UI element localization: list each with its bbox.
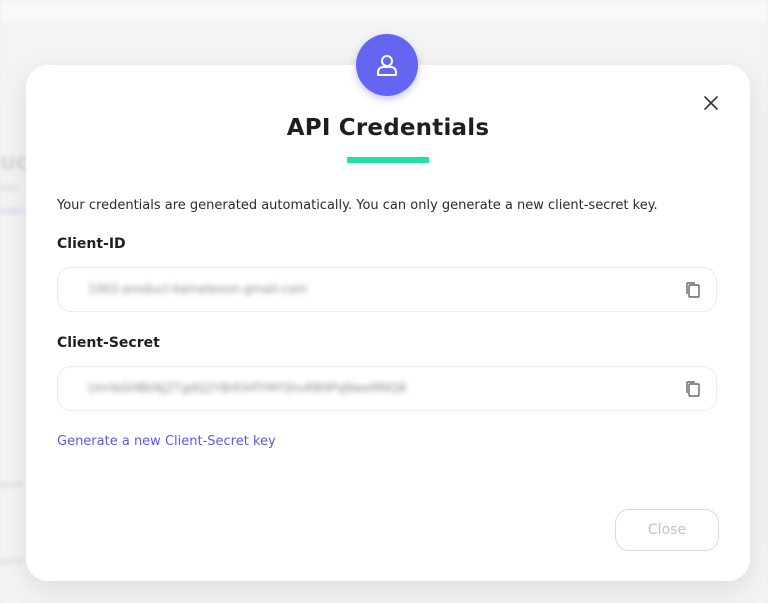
client-id-label: Client-ID xyxy=(57,236,126,252)
close-icon xyxy=(704,96,718,110)
api-credentials-modal: API Credentials Your credentials are gen… xyxy=(26,65,750,581)
client-id-field: 1002-product-kameleoon-gmail-com xyxy=(57,267,717,312)
background-link-fragment: eden xyxy=(0,206,25,217)
client-id-value: 1002-product-kameleoon-gmail-com xyxy=(88,282,308,296)
client-secret-field: UmYaSHBkNjZTgdQ2YBrEIHfYMYShvRB9PqNweM9Q… xyxy=(57,366,717,411)
close-modal-button[interactable] xyxy=(699,91,723,115)
background-text-fragment: gura xyxy=(0,556,23,567)
avatar-badge xyxy=(356,34,418,96)
background-text-fragment: elec xyxy=(0,183,21,194)
close-button[interactable]: Close xyxy=(615,509,719,551)
user-icon xyxy=(377,55,397,76)
copy-icon[interactable] xyxy=(684,281,702,299)
client-secret-label: Client-Secret xyxy=(57,335,160,351)
modal-title: API Credentials xyxy=(286,115,490,141)
background-top-bar xyxy=(0,0,768,22)
title-underline xyxy=(347,157,429,163)
copy-icon[interactable] xyxy=(684,380,702,398)
generate-client-secret-link[interactable]: Generate a new Client-Secret key xyxy=(57,434,276,449)
modal-description: Your credentials are generated automatic… xyxy=(57,198,658,213)
client-secret-value: UmYaSHBkNjZTgdQ2YBrEIHfYMYShvRB9PqNweM9Q… xyxy=(88,381,407,395)
background-text-fragment: gura xyxy=(0,479,23,490)
